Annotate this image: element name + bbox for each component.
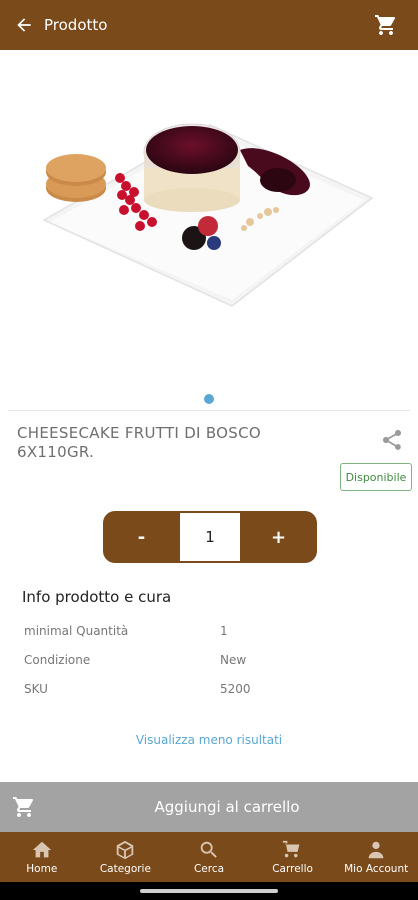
nav-home[interactable]: Home — [0, 832, 83, 882]
info-row: minimal Quantità 1 — [24, 616, 404, 645]
info-key: Condizione — [24, 652, 91, 667]
share-button[interactable] — [380, 428, 404, 452]
cart-icon — [13, 797, 33, 817]
availability-badge: Disponibile — [340, 463, 412, 491]
nav-label: Categorie — [99, 863, 151, 875]
quantity-field[interactable]: 1 — [180, 513, 240, 561]
cart-button[interactable] — [374, 13, 398, 37]
nav-search[interactable]: Cerca — [167, 832, 250, 882]
arrow-left-icon — [17, 18, 31, 32]
info-value: 1 — [220, 623, 228, 638]
nav-categories[interactable]: Categorie — [84, 832, 167, 882]
add-to-cart-label: Aggiungi al carrello — [154, 798, 300, 816]
info-row: SKU 5200 — [24, 674, 404, 703]
decrement-button[interactable]: - — [103, 511, 180, 563]
shopping-cart-icon — [375, 15, 395, 35]
share-icon — [383, 430, 401, 450]
product-name: CHEESECAKE FRUTTI DI BOSCO 6X110GR. — [17, 424, 261, 461]
page-title: Prodotto — [44, 16, 108, 34]
info-value: 5200 — [220, 681, 251, 696]
home-icon — [32, 841, 51, 858]
bottom-navigation: Home Categorie Cerca Carrello Mio Accoun… — [0, 832, 418, 882]
info-key: minimal Quantità — [24, 623, 129, 638]
info-section-title: Info prodotto e cura — [22, 588, 172, 606]
box-icon — [117, 840, 134, 860]
carousel-indicator — [0, 392, 418, 406]
show-less-link[interactable]: Visualizza meno risultati — [0, 733, 418, 747]
info-value: New — [220, 652, 247, 667]
cart-icon — [282, 840, 299, 858]
quantity-stepper: - 1 + — [103, 511, 317, 563]
product-image — [42, 123, 374, 307]
nav-account[interactable]: Mio Account — [335, 832, 418, 882]
divider — [8, 410, 410, 411]
carousel-dot-active[interactable] — [204, 394, 214, 404]
product-image-carousel[interactable] — [0, 50, 418, 390]
info-row: Condizione New — [24, 645, 404, 674]
info-table: minimal Quantità 1 Condizione New SKU 52… — [24, 616, 404, 703]
info-key: SKU — [24, 681, 48, 696]
increment-button[interactable]: + — [240, 511, 317, 563]
nav-label: Home — [26, 863, 58, 875]
nav-cart[interactable]: Carrello — [251, 832, 334, 882]
search-icon — [200, 841, 217, 858]
gesture-handle[interactable] — [140, 889, 278, 893]
system-navigation-bar — [0, 882, 418, 900]
app-bar: Prodotto — [0, 0, 418, 50]
nav-label: Mio Account — [344, 863, 409, 875]
user-icon — [368, 841, 384, 859]
nav-label: Cerca — [193, 863, 225, 875]
add-to-cart-button[interactable]: Aggiungi al carrello — [0, 782, 418, 832]
back-button[interactable] — [4, 0, 44, 50]
nav-label: Carrello — [272, 863, 313, 875]
